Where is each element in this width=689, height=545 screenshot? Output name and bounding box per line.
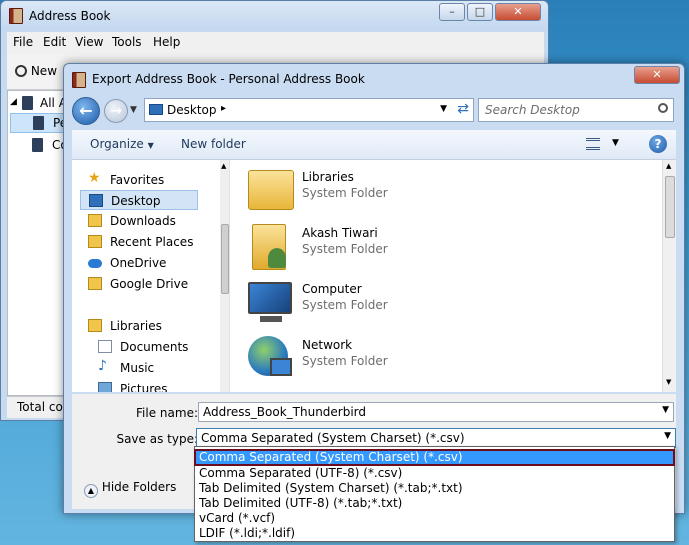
- address-dropdown-icon[interactable]: ▼: [440, 104, 447, 114]
- view-dropdown-icon[interactable]: ▼: [612, 138, 619, 148]
- collapse-icon: ▲: [84, 484, 98, 498]
- help-icon[interactable]: ?: [649, 135, 667, 153]
- file-list-scrollbar[interactable]: ▲ ▼: [662, 160, 676, 392]
- command-bar: Organize ▼ New folder ▼ ?: [72, 130, 676, 160]
- save-as-type-value: Comma Separated (System Charset) (*.csv): [201, 431, 465, 445]
- save-as-type-options: Comma Separated (System Charset) (*.csv)…: [194, 446, 675, 542]
- scroll-down-icon[interactable]: ▼: [666, 378, 671, 386]
- menu-tools[interactable]: Tools: [112, 35, 142, 49]
- address-book-folder-icon: [33, 116, 44, 130]
- address-location: Desktop: [167, 103, 217, 117]
- status-text: Total co: [17, 400, 63, 414]
- file-item-network[interactable]: Network System Folder: [246, 334, 546, 386]
- file-item-libraries[interactable]: Libraries System Folder: [246, 166, 546, 218]
- option-tab-utf8[interactable]: Tab Delimited (UTF-8) (*.tab;*.txt): [195, 496, 674, 511]
- computer-stand-icon: [260, 316, 282, 322]
- option-tab-system-charset[interactable]: Tab Delimited (System Charset) (*.tab;*.…: [195, 481, 674, 496]
- nav-favorites-header[interactable]: ★ Favorites: [80, 170, 210, 190]
- view-options-icon[interactable]: [586, 138, 600, 150]
- new-contact-button[interactable]: New: [15, 64, 57, 78]
- menu-view[interactable]: View: [75, 35, 103, 49]
- search-input[interactable]: Search Desktop: [478, 98, 674, 122]
- address-row: ← → ▼ Desktop ▸ ▼ ⇄ Search Desktop: [64, 94, 684, 128]
- nav-libraries-header[interactable]: Libraries: [80, 316, 210, 336]
- new-contact-icon: [15, 65, 27, 77]
- organize-button[interactable]: Organize ▼: [90, 137, 154, 151]
- forward-button[interactable]: →: [104, 99, 128, 123]
- network-monitor-icon: [270, 358, 292, 376]
- scroll-up-icon[interactable]: ▲: [666, 162, 671, 170]
- option-csv-utf8[interactable]: Comma Separated (UTF-8) (*.csv): [195, 466, 674, 481]
- address-book-folder-icon: [32, 138, 43, 152]
- file-item-user-folder[interactable]: Akash Tiwari System Folder: [246, 222, 546, 274]
- option-vcard[interactable]: vCard (*.vcf): [195, 511, 674, 526]
- organize-label: Organize: [90, 137, 144, 151]
- star-icon: ★: [88, 170, 101, 186]
- new-folder-button[interactable]: New folder: [181, 137, 246, 151]
- history-dropdown-icon[interactable]: ▼: [130, 105, 137, 115]
- nav-item-desktop[interactable]: Desktop: [80, 190, 198, 210]
- cloud-icon: [88, 259, 102, 268]
- address-book-folder-icon: [22, 96, 33, 110]
- menubar: File Edit View Tools Help: [7, 32, 544, 54]
- file-name-dropdown-icon[interactable]: ▼: [662, 405, 669, 415]
- back-button[interactable]: ←: [72, 97, 100, 125]
- organize-dropdown-icon: ▼: [147, 141, 154, 150]
- hide-folders-button[interactable]: ▲ Hide Folders: [84, 480, 176, 498]
- file-list: Libraries System Folder Akash Tiwari Sys…: [230, 160, 676, 392]
- dialog-title: Export Address Book - Personal Address B…: [92, 72, 365, 86]
- dialog-app-icon: [72, 72, 86, 88]
- save-as-type-label: Save as type:: [116, 432, 198, 446]
- file-item-computer[interactable]: Computer System Folder: [246, 278, 546, 330]
- downloads-folder-icon: [88, 214, 102, 227]
- dialog-titlebar[interactable]: Export Address Book - Personal Address B…: [64, 64, 684, 94]
- search-placeholder: Search Desktop: [485, 103, 580, 117]
- libraries-folder-icon: [248, 170, 294, 210]
- breadcrumb-chevron-icon[interactable]: ▸: [221, 103, 226, 114]
- file-name-label: File name:: [136, 406, 198, 420]
- scroll-thumb[interactable]: [665, 176, 675, 238]
- refresh-icon[interactable]: ⇄: [457, 101, 469, 117]
- user-avatar-icon: [268, 248, 286, 268]
- expand-icon: ◢: [10, 97, 17, 107]
- navigation-scrollbar[interactable]: ▲: [220, 160, 229, 392]
- maximize-button[interactable]: □: [467, 3, 493, 21]
- save-as-type-select[interactable]: Comma Separated (System Charset) (*.csv)…: [196, 428, 676, 448]
- address-book-title: Address Book: [29, 9, 111, 23]
- music-icon: ♪: [98, 358, 107, 374]
- new-contact-label: New: [30, 64, 58, 78]
- desktop-icon: [149, 104, 163, 115]
- address-book-icon: [9, 8, 23, 24]
- recent-places-icon: [88, 235, 102, 248]
- search-icon: [658, 103, 668, 113]
- libraries-icon: [88, 319, 102, 332]
- pictures-icon: [98, 382, 112, 392]
- close-button[interactable]: ✕: [495, 3, 541, 21]
- google-drive-icon: [88, 277, 102, 290]
- option-ldif[interactable]: LDIF (*.ldi;*.ldif): [195, 526, 674, 541]
- computer-icon: [248, 282, 292, 314]
- file-name-value: Address_Book_Thunderbird: [203, 405, 367, 419]
- address-book-titlebar[interactable]: Address Book – □ ✕: [1, 1, 548, 31]
- minimize-button[interactable]: –: [439, 3, 465, 21]
- address-bar[interactable]: Desktop ▸ ▼ ⇄: [144, 98, 474, 122]
- option-csv-system-charset[interactable]: Comma Separated (System Charset) (*.csv): [194, 449, 675, 466]
- scroll-up-icon[interactable]: ▲: [221, 162, 226, 170]
- desktop-icon: [89, 194, 103, 207]
- menu-edit[interactable]: Edit: [43, 35, 66, 49]
- menu-file[interactable]: File: [13, 35, 33, 49]
- save-as-type-dropdown-icon[interactable]: ▼: [664, 431, 671, 441]
- documents-icon: [98, 340, 112, 353]
- navigation-pane: ★ Favorites Desktop Downloads Recent Pla…: [72, 160, 230, 392]
- hide-folders-label: Hide Folders: [101, 480, 177, 494]
- scroll-thumb[interactable]: [221, 224, 229, 294]
- dialog-close-button[interactable]: ✕: [634, 66, 680, 84]
- menu-help[interactable]: Help: [153, 35, 180, 49]
- file-name-input[interactable]: Address_Book_Thunderbird ▼: [198, 402, 674, 422]
